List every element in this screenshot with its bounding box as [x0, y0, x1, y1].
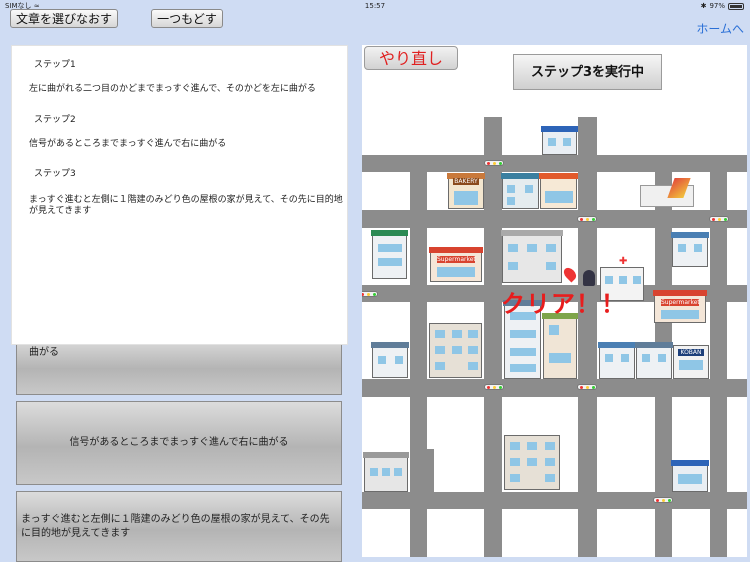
school-building [363, 452, 409, 492]
sentence-option-1-label: 曲がる [29, 347, 59, 358]
battery-icon [728, 2, 744, 10]
playground [640, 178, 694, 207]
traffic-light [577, 384, 597, 390]
road-vertical-2 [484, 117, 502, 557]
step3-title: ステップ3 [34, 169, 76, 179]
apartment-building [504, 435, 560, 490]
retry-button[interactable]: やり直し [364, 46, 458, 70]
house [671, 232, 709, 267]
road-vertical-1 [410, 155, 427, 557]
goal-pin-icon [561, 265, 579, 283]
house [501, 173, 540, 209]
green-roof-house [542, 313, 578, 379]
apartment-building [429, 323, 482, 378]
police-box-bottom [671, 460, 709, 492]
sentence-option-2-label: 信号があるところまでまっすぐ進んで右に曲がる [69, 437, 289, 448]
step1-title: ステップ1 [34, 60, 76, 70]
bank-building [371, 230, 408, 279]
house [598, 342, 636, 379]
reselect-sentence-button[interactable]: 文章を選びなおす [10, 9, 118, 28]
traffic-light [362, 291, 378, 297]
traffic-light [653, 497, 673, 503]
sentence-option-3[interactable]: まっすぐ進むと左側に１階建のみどり色の屋根の家が見えて、その先に目的地が見えてき… [16, 491, 342, 562]
traffic-light [709, 216, 729, 222]
town-map[interactable]: BAKERY Supermarket ✚ Supermarket KOBAN や… [362, 45, 747, 557]
supermarket-1: Supermarket [429, 247, 483, 282]
bluetooth-icon: ✱ [700, 2, 707, 10]
clear-message: クリア！！ [501, 290, 626, 318]
bakery-sign: BAKERY [453, 178, 479, 185]
battery-percent: 97% [709, 2, 725, 10]
police-box-top [541, 126, 578, 155]
traffic-light [577, 216, 597, 222]
house [371, 342, 409, 378]
step2-text: 信号があるところまでまっすぐ進んで右に曲がる [29, 139, 227, 149]
road-spur [422, 449, 434, 492]
house [635, 342, 673, 379]
supermarket-2-sign: Supermarket [661, 299, 700, 306]
step1-text: 左に曲がれる二つ目のかどまでまっすぐ進んで、そのかどを左に曲がる [29, 84, 316, 94]
convenience-store [539, 173, 578, 209]
traffic-light [484, 160, 504, 166]
supermarket-1-sign: Supermarket [437, 256, 476, 263]
step2-title: ステップ2 [34, 115, 76, 125]
sentence-option-1[interactable]: 曲がる [16, 337, 342, 395]
police-box: KOBAN [673, 345, 709, 379]
koban-sign: KOBAN [678, 349, 704, 356]
instruction-panel: ステップ1 左に曲がれる二つ目のかどまでまっすぐ進んで、そのかどを左に曲がる ス… [11, 45, 348, 345]
traffic-light [484, 384, 504, 390]
executing-step-button[interactable]: ステップ3を実行中 [513, 54, 662, 90]
sentence-option-3-label: まっすぐ進むと左側に１階建のみどり色の屋根の家が見えて、その先に目的地が見えてき… [21, 513, 330, 539]
school-building [501, 230, 563, 283]
sentence-option-2[interactable]: 信号があるところまでまっすぐ進んで右に曲がる [16, 401, 342, 485]
supermarket-2: Supermarket [653, 290, 707, 323]
battery-status: ✱ 97% [701, 0, 744, 12]
home-link[interactable]: ホームへ [696, 20, 744, 37]
road-vertical-3 [578, 117, 597, 557]
bakery-building: BAKERY [447, 173, 485, 209]
step3-text: まっすぐ進むと左側に１階建のみどり色の屋根の家が見えて、その先に目的地が見えてき… [29, 195, 343, 216]
undo-button[interactable]: 一つもどす [151, 9, 223, 28]
